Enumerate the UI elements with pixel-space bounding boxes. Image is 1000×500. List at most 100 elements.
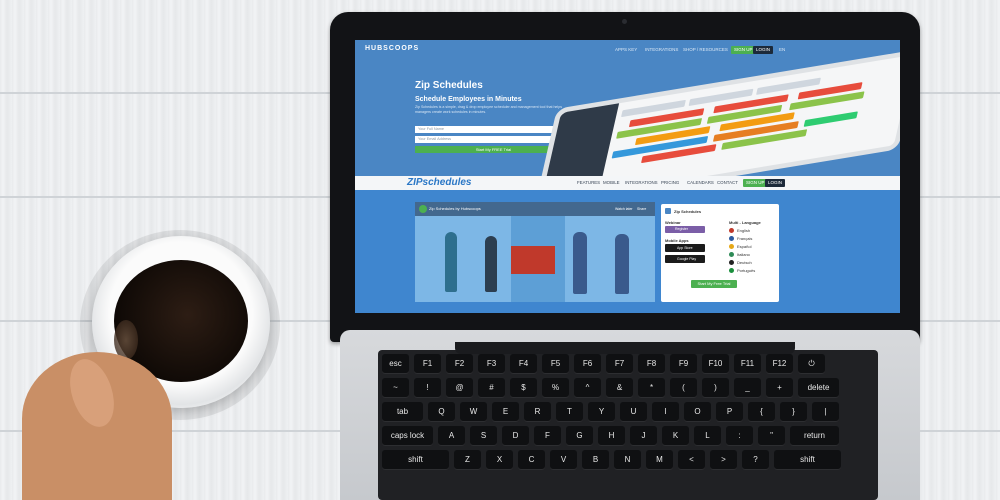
subnav-contact[interactable]: CONTACT — [717, 180, 738, 185]
keyboard-key[interactable]: * — [638, 378, 665, 398]
keyboard-key[interactable]: F6 — [574, 354, 601, 374]
keyboard-key[interactable]: F1 — [414, 354, 441, 374]
keyboard-key[interactable]: J — [630, 426, 657, 446]
nav-link-integrations[interactable]: INTEGRATIONS — [645, 47, 678, 52]
nav-link-shop[interactable]: SHOP / RESOURCES — [683, 47, 728, 52]
keyboard-key[interactable]: Q — [428, 402, 455, 422]
brand-logo[interactable]: HUBSCOOPS — [365, 45, 425, 55]
keyboard-key[interactable]: # — [478, 378, 505, 398]
keyboard-key[interactable]: F3 — [478, 354, 505, 374]
keyboard-key[interactable]: V — [550, 450, 577, 470]
keyboard-key[interactable]: F7 — [606, 354, 633, 374]
keyboard-key[interactable]: S — [470, 426, 497, 446]
keyboard-key[interactable]: & — [606, 378, 633, 398]
keyboard-key[interactable]: F10 — [702, 354, 729, 374]
keyboard-key[interactable]: F — [534, 426, 561, 446]
keyboard-key[interactable]: T — [556, 402, 583, 422]
keyboard-key[interactable]: | — [812, 402, 839, 422]
keyboard-key[interactable]: } — [780, 402, 807, 422]
keyboard-key[interactable]: ) — [702, 378, 729, 398]
keyboard-key[interactable]: A — [438, 426, 465, 446]
app-store-button[interactable]: App Store — [665, 244, 705, 252]
mobile-apps-label: Mobile Apps — [665, 238, 689, 243]
keyboard-key[interactable]: F2 — [446, 354, 473, 374]
keyboard-key[interactable]: tab — [382, 402, 423, 422]
keyboard-key[interactable]: ! — [414, 378, 441, 398]
keyboard-key[interactable]: ~ — [382, 378, 409, 398]
flag-icon-portuguese — [729, 268, 734, 273]
keyboard-key[interactable]: O — [684, 402, 711, 422]
keyboard-key[interactable]: < — [678, 450, 705, 470]
keyboard-key[interactable]: @ — [446, 378, 473, 398]
keyboard-key[interactable]: " — [758, 426, 785, 446]
zipschedules-logo[interactable]: ZIPschedules — [407, 177, 471, 188]
keyboard-key[interactable]: M — [646, 450, 673, 470]
keyboard-key[interactable]: Z — [454, 450, 481, 470]
subnav-signup-button[interactable]: SIGN UP — [743, 179, 768, 187]
language-english[interactable]: English — [737, 228, 750, 233]
keyboard-key[interactable]: U — [620, 402, 647, 422]
subnav-login-button[interactable]: LOGIN — [765, 179, 786, 187]
nav-link-apps[interactable]: APPS KEY — [615, 47, 637, 52]
keyboard-key[interactable]: { — [748, 402, 775, 422]
keyboard-key[interactable]: F9 — [670, 354, 697, 374]
google-play-button[interactable]: Google Play — [665, 255, 705, 263]
keyboard-key[interactable]: ? — [742, 450, 769, 470]
keyboard-key[interactable]: delete — [798, 378, 839, 398]
free-trial-button[interactable]: Start My Free Trial — [691, 280, 737, 288]
keyboard-key[interactable]: ( — [670, 378, 697, 398]
keyboard-key[interactable]: shift — [774, 450, 841, 470]
subnav-pricing[interactable]: PRICING — [661, 180, 679, 185]
language-german[interactable]: Deutsch — [737, 260, 752, 265]
subnav-features[interactable]: FEATURES — [577, 180, 600, 185]
keyboard-key[interactable]: G — [566, 426, 593, 446]
watch-later-button[interactable]: Watch later — [615, 207, 633, 211]
keyboard-key[interactable]: P — [716, 402, 743, 422]
keyboard-key[interactable]: caps lock — [382, 426, 433, 446]
name-input[interactable]: Your Full Name — [415, 126, 572, 133]
keyboard-key[interactable]: F5 — [542, 354, 569, 374]
keyboard-key[interactable]: esc — [382, 354, 409, 374]
flag-icon-french — [729, 236, 734, 241]
keyboard-key[interactable]: X — [486, 450, 513, 470]
keyboard-key[interactable]: D — [502, 426, 529, 446]
keyboard-key[interactable]: N — [614, 450, 641, 470]
keyboard-key[interactable]: ^ — [574, 378, 601, 398]
keyboard-key[interactable]: F11 — [734, 354, 761, 374]
keyboard-key[interactable]: $ — [510, 378, 537, 398]
keyboard-key[interactable]: F8 — [638, 354, 665, 374]
subnav-integrations[interactable]: INTEGRATIONS — [625, 180, 658, 185]
language-link[interactable]: EN — [779, 47, 785, 52]
subnav-mobile[interactable]: MOBILE — [603, 180, 620, 185]
keyboard-key[interactable]: shift — [382, 450, 449, 470]
keyboard-key[interactable]: % — [542, 378, 569, 398]
language-french[interactable]: Français — [737, 236, 752, 241]
keyboard-key[interactable]: H — [598, 426, 625, 446]
video-player[interactable]: Zip Schedules by Hubscoops Watch later S… — [415, 202, 655, 302]
subnav-calendars[interactable]: CALENDARS — [687, 180, 714, 185]
keyboard-key[interactable]: F4 — [510, 354, 537, 374]
keyboard-key[interactable]: F12 — [766, 354, 793, 374]
keyboard-key[interactable]: Y — [588, 402, 615, 422]
keyboard-key[interactable]: E — [492, 402, 519, 422]
keyboard-key[interactable]: K — [662, 426, 689, 446]
keyboard-key[interactable]: W — [460, 402, 487, 422]
share-button[interactable]: Share — [637, 207, 646, 211]
keyboard-key[interactable]: : — [726, 426, 753, 446]
keyboard-key[interactable]: C — [518, 450, 545, 470]
signup-button[interactable]: SIGN UP — [731, 46, 756, 54]
keyboard-key[interactable]: + — [766, 378, 793, 398]
language-spanish[interactable]: Español — [737, 244, 751, 249]
keyboard-key[interactable]: I — [652, 402, 679, 422]
language-italian[interactable]: Italiano — [737, 252, 750, 257]
keyboard-key[interactable]: _ — [734, 378, 761, 398]
keyboard-key[interactable]: > — [710, 450, 737, 470]
keyboard-key[interactable]: B — [582, 450, 609, 470]
keyboard-key[interactable]: R — [524, 402, 551, 422]
keyboard-key[interactable]: ⏻ — [798, 354, 825, 374]
webinar-register-button[interactable]: Register — [665, 226, 705, 233]
login-button[interactable]: LOGIN — [753, 46, 774, 54]
keyboard-key[interactable]: return — [790, 426, 839, 446]
keyboard-key[interactable]: L — [694, 426, 721, 446]
language-portuguese[interactable]: Português — [737, 268, 755, 273]
